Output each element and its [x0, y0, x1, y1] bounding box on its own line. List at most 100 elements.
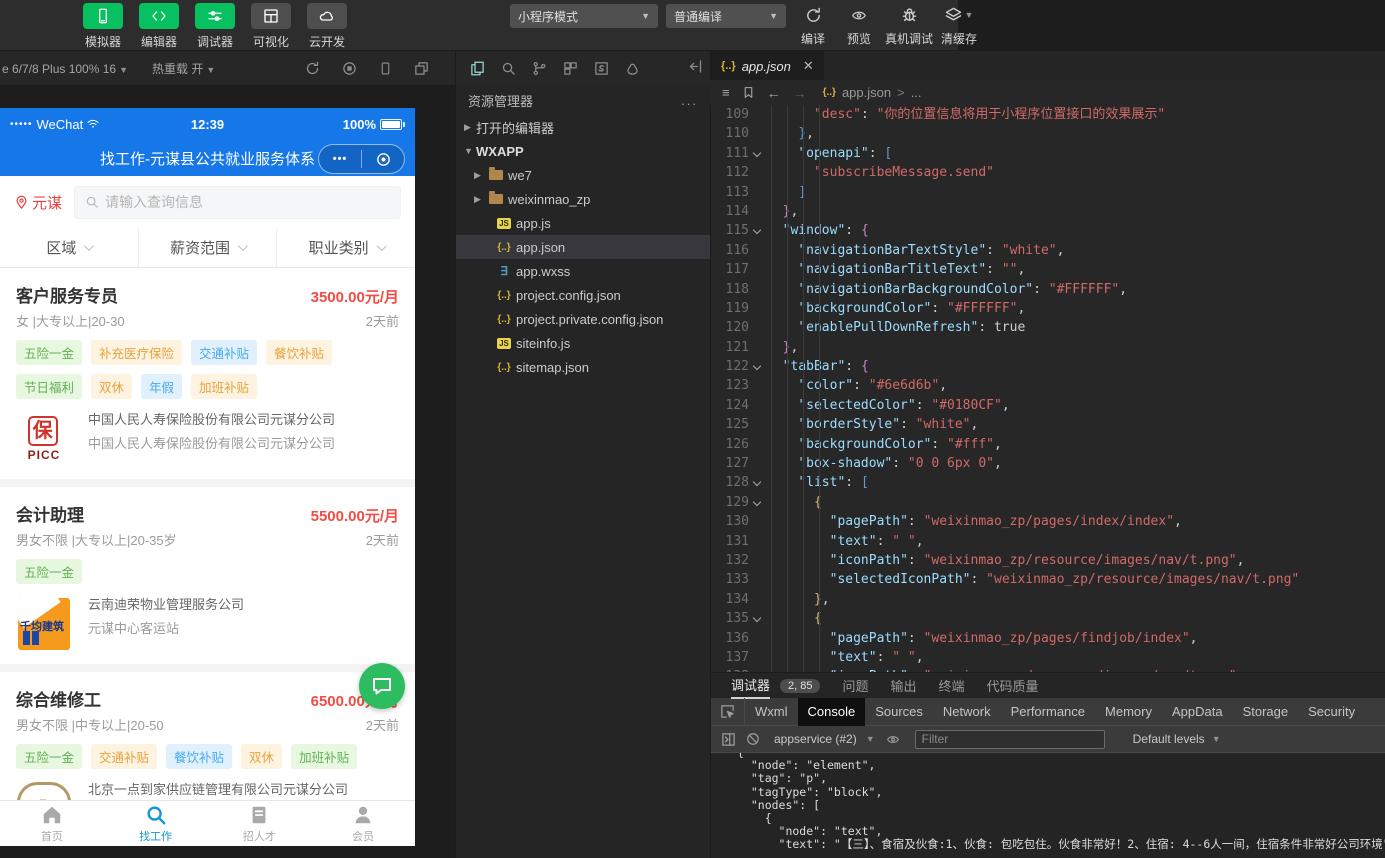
code-line-121[interactable]: 121 },: [711, 338, 1385, 357]
nav-button-inspector[interactable]: 调试器: [192, 3, 238, 50]
collapse-sidebar-icon[interactable]: [688, 59, 703, 74]
activity-files-icon[interactable]: [470, 61, 485, 76]
code-line-109[interactable]: 109 "desc": "你的位置信息将用于小程序位置接口的效果展示": [711, 105, 1385, 124]
inspect-element-icon[interactable]: [711, 698, 745, 726]
target-close-icon[interactable]: [362, 151, 404, 168]
activity-branch-icon[interactable]: [532, 61, 547, 76]
file-item-project.config.json[interactable]: {..}project.config.json: [456, 283, 710, 307]
more-menu-icon[interactable]: •••: [319, 153, 361, 165]
console-filter-input[interactable]: [915, 730, 1105, 749]
code-line-134[interactable]: 134 },: [711, 590, 1385, 609]
devtools-tab-security[interactable]: Security: [1298, 698, 1365, 726]
code-line-129[interactable]: 129 {: [711, 493, 1385, 512]
hot-reload-toggle[interactable]: 热重载 开▼: [152, 60, 215, 77]
cascade-icon[interactable]: [414, 61, 429, 76]
activity-search-icon[interactable]: [501, 61, 516, 76]
code-line-133[interactable]: 133 "selectedIconPath": "weixinmao_zp/re…: [711, 570, 1385, 589]
devtools-tab-performance[interactable]: Performance: [1001, 698, 1095, 726]
code-line-128[interactable]: 128 "list": [: [711, 473, 1385, 492]
phone-tab-member[interactable]: 会员: [311, 801, 415, 846]
code-line-124[interactable]: 124 "selectedColor": "#0180CF",: [711, 396, 1385, 415]
code-line-119[interactable]: 119 "backgroundColor": "#FFFFFF",: [711, 299, 1385, 318]
fold-chevron-icon[interactable]: [749, 221, 767, 240]
code-line-123[interactable]: 123 "color": "#6e6d6b",: [711, 376, 1385, 395]
fold-chevron-icon[interactable]: [749, 357, 767, 376]
file-item-app.wxss[interactable]: ∃app.wxss: [456, 259, 710, 283]
code-line-137[interactable]: 137 "text": " ",: [711, 648, 1385, 667]
activity-blocks-icon[interactable]: [563, 61, 578, 76]
phone-tab-findjob[interactable]: 找工作: [104, 801, 208, 846]
layers-button[interactable]: ▼清缓存: [939, 2, 979, 47]
fold-chevron-icon[interactable]: [749, 473, 767, 492]
file-item-we7[interactable]: ▶we7: [456, 163, 710, 187]
devtools-tab-appdata[interactable]: AppData: [1162, 698, 1233, 726]
nav-button-simulator[interactable]: 模拟器: [80, 3, 126, 50]
activity-paw-icon[interactable]: [625, 61, 640, 76]
debugger-tab-4[interactable]: 终端: [939, 673, 965, 699]
chat-fab-button[interactable]: [359, 663, 405, 709]
search-input[interactable]: 请输入查询信息: [74, 186, 401, 219]
devtools-tab-wxml[interactable]: Wxml: [745, 698, 798, 726]
devtools-tab-sources[interactable]: Sources: [865, 698, 933, 726]
code-line-110[interactable]: 110 },: [711, 124, 1385, 143]
breadcrumb-more[interactable]: ...: [911, 85, 922, 100]
code-line-131[interactable]: 131 "text": " ",: [711, 532, 1385, 551]
code-editor[interactable]: 109 "desc": "你的位置信息将用于小程序位置接口的效果展示"110 }…: [710, 105, 1385, 672]
fold-chevron-icon[interactable]: [749, 144, 767, 163]
navigate-forward-icon[interactable]: →: [793, 85, 807, 101]
log-levels-select[interactable]: Default levels ▼: [1133, 732, 1221, 746]
outline-list-icon[interactable]: ≡: [722, 85, 730, 100]
compile-mode-select[interactable]: 普通编译 ▼: [666, 4, 786, 28]
debugger-tab-1[interactable]: 调试器: [731, 673, 770, 699]
project-root-wxapp[interactable]: ▼ WXAPP: [456, 139, 710, 163]
mode-select[interactable]: 小程序模式 ▼: [510, 4, 658, 28]
nav-button-cloud[interactable]: 云开发: [304, 3, 350, 50]
file-item-app.js[interactable]: JSapp.js: [456, 211, 710, 235]
bug-button[interactable]: 真机调试: [885, 2, 933, 47]
code-line-136[interactable]: 136 "pagePath": "weixinmao_zp/pages/find…: [711, 629, 1385, 648]
breadcrumb-file[interactable]: app.json: [842, 85, 891, 100]
code-line-117[interactable]: 117 "navigationBarTitleText": "",: [711, 260, 1385, 279]
filter-dropdown-2[interactable]: 薪资范围: [138, 228, 277, 267]
compile-button[interactable]: 编译: [793, 2, 833, 47]
eye-icon[interactable]: [885, 733, 901, 746]
file-item-siteinfo.js[interactable]: JSsiteinfo.js: [456, 331, 710, 355]
code-line-126[interactable]: 126 "backgroundColor": "#fff",: [711, 435, 1385, 454]
record-icon[interactable]: [342, 61, 357, 76]
filter-dropdown-1[interactable]: 区域: [0, 228, 138, 267]
debugger-tab-3[interactable]: 输出: [891, 673, 917, 699]
tab-app-json[interactable]: {..} app.json ✕: [711, 51, 824, 81]
devtools-tab-memory[interactable]: Memory: [1095, 698, 1162, 726]
devtools-tab-console[interactable]: Console: [798, 698, 866, 726]
activity-sbox-icon[interactable]: [594, 61, 609, 76]
code-line-111[interactable]: 111 "openapi": [: [711, 144, 1385, 163]
file-item-app.json[interactable]: {..}app.json: [456, 235, 710, 259]
more-actions-icon[interactable]: ...: [681, 93, 698, 108]
code-line-127[interactable]: 127 "box-shadow": "0 0 6px 0",: [711, 454, 1385, 473]
code-line-120[interactable]: 120 "enablePullDownRefresh": true: [711, 318, 1385, 337]
location-picker[interactable]: 元谋: [14, 192, 62, 213]
file-item-sitemap.json[interactable]: {..}sitemap.json: [456, 355, 710, 379]
capsule-menu[interactable]: •••: [318, 144, 405, 174]
code-line-115[interactable]: 115 "window": {: [711, 221, 1385, 240]
phone-icon[interactable]: [379, 61, 392, 76]
problems-badge[interactable]: 2, 85: [780, 679, 820, 693]
preview-button[interactable]: 预览: [839, 2, 879, 47]
job-card-2[interactable]: 会计助理5500.00元/月男女不限 |大专以上|20-35岁2天前五险一金千均…: [0, 487, 415, 664]
close-icon[interactable]: ✕: [803, 58, 814, 74]
refresh-icon[interactable]: [305, 61, 320, 76]
code-line-132[interactable]: 132 "iconPath": "weixinmao_zp/resource/i…: [711, 551, 1385, 570]
devtools-tab-network[interactable]: Network: [933, 698, 1001, 726]
fold-chevron-icon[interactable]: [749, 609, 767, 628]
console-output[interactable]: { "node": "element", "tag": "p", "tagTyp…: [711, 753, 1385, 858]
file-item-project.private.config.json[interactable]: {..}project.private.config.json: [456, 307, 710, 331]
code-line-114[interactable]: 114 },: [711, 202, 1385, 221]
execution-context-select[interactable]: appservice (#2) ▼: [774, 732, 875, 746]
code-line-135[interactable]: 135 {: [711, 609, 1385, 628]
phone-tab-talent[interactable]: 招人才: [208, 801, 312, 846]
nav-button-visual[interactable]: 可视化: [248, 3, 294, 50]
code-line-130[interactable]: 130 "pagePath": "weixinmao_zp/pages/inde…: [711, 512, 1385, 531]
debugger-tab-2[interactable]: 问题: [842, 673, 868, 699]
devtools-tab-storage[interactable]: Storage: [1233, 698, 1299, 726]
phone-tab-home[interactable]: 首页: [0, 801, 104, 846]
